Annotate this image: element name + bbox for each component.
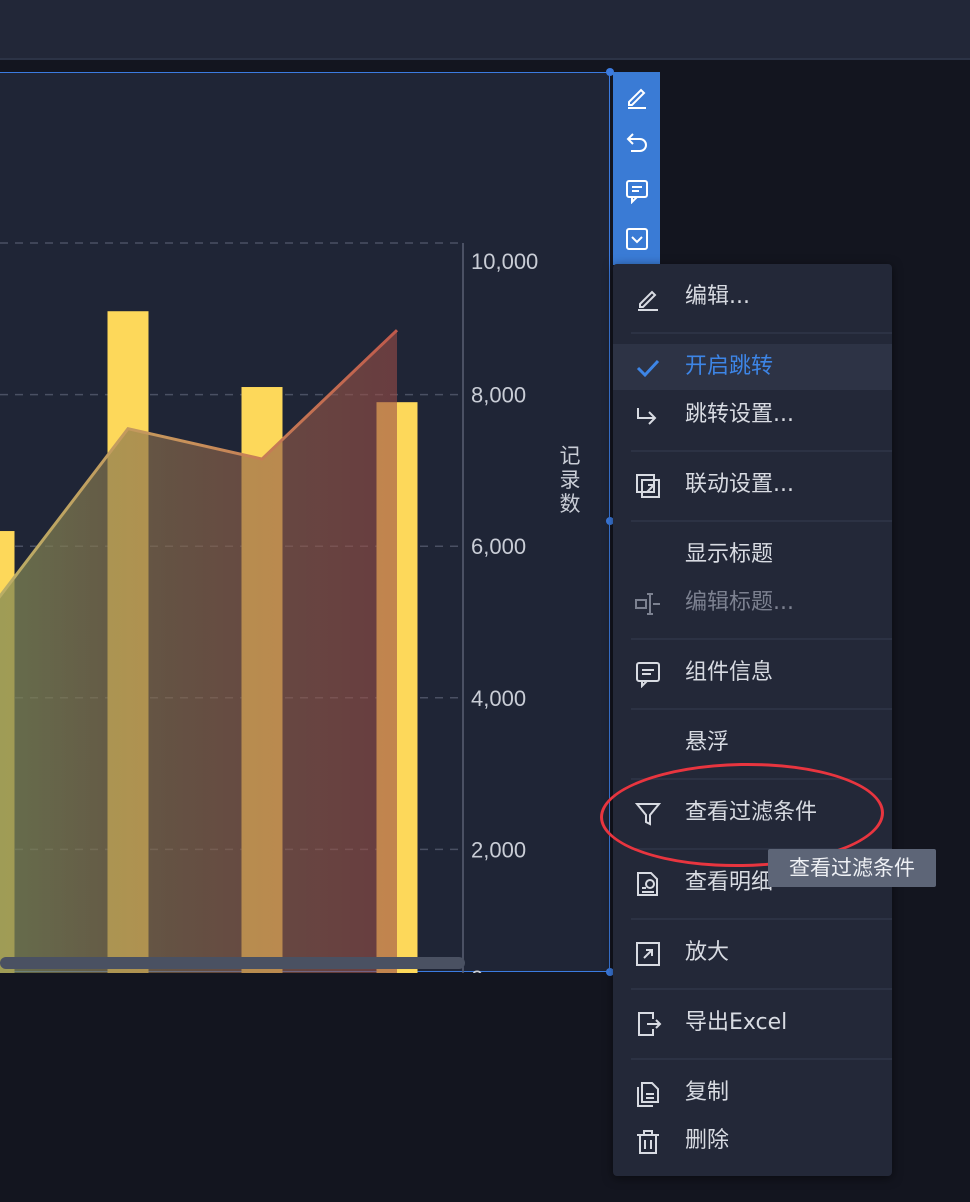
- menu-item-enable-jump[interactable]: 开启跳转: [613, 344, 892, 390]
- detail-icon: [633, 869, 663, 899]
- check-icon: [633, 353, 663, 383]
- menu-divider: [631, 450, 892, 452]
- chevron-down-icon[interactable]: [621, 223, 653, 255]
- menu-item-label: 开启跳转: [685, 354, 774, 379]
- top-bar: [0, 0, 970, 60]
- jump-arrow-icon: [633, 401, 663, 431]
- export-icon: [633, 1009, 663, 1039]
- menu-divider: [631, 708, 892, 710]
- linkage-icon: [633, 471, 663, 501]
- menu-item-label: 复制: [685, 1080, 730, 1105]
- menu-item-export-excel[interactable]: 导出Excel: [613, 1000, 892, 1046]
- menu-item-label: 跳转设置...: [685, 402, 794, 427]
- menu-item-linkage-settings[interactable]: 联动设置...: [613, 462, 892, 508]
- menu-item-label: 组件信息: [685, 660, 774, 685]
- pencil-icon[interactable]: [621, 80, 653, 112]
- comment-icon[interactable]: [621, 175, 653, 207]
- menu-item-edit[interactable]: 编辑...: [613, 274, 892, 320]
- y-axis-title: 记录数: [559, 444, 581, 516]
- menu-item-label: 悬浮: [685, 730, 730, 755]
- menu-divider: [631, 918, 892, 920]
- title-edit-icon: [633, 589, 663, 619]
- menu-item-label: 联动设置...: [685, 472, 794, 497]
- menu-divider: [631, 1058, 892, 1060]
- y-tick-label: 4,000: [471, 686, 526, 711]
- pencil-icon: [633, 283, 663, 313]
- menu-item-label: 编辑...: [685, 284, 750, 309]
- y-tick-label: 10,000: [471, 249, 538, 274]
- context-menu: 编辑... 开启跳转 跳转设置... 联动设置... 显示标题 编辑标题... …: [613, 264, 892, 1176]
- menu-item-label: 删除: [685, 1128, 730, 1153]
- area-fill: [0, 330, 397, 973]
- menu-item-hover[interactable]: 悬浮: [613, 720, 892, 766]
- chart-panel[interactable]: 10,0008,0006,0004,0002,00000920102011201…: [0, 72, 610, 973]
- y-tick-label: 0: [471, 966, 483, 973]
- tooltip: 查看过滤条件: [768, 849, 936, 887]
- copy-icon: [633, 1079, 663, 1109]
- menu-divider: [631, 332, 892, 334]
- y-tick-label: 2,000: [471, 837, 526, 862]
- menu-item-label: 显示标题: [685, 542, 774, 567]
- menu-item-component-info[interactable]: 组件信息: [613, 650, 892, 696]
- menu-item-label: 导出Excel: [685, 1010, 788, 1035]
- menu-item-copy[interactable]: 复制: [613, 1070, 892, 1116]
- info-icon: [633, 659, 663, 689]
- menu-divider: [631, 638, 892, 640]
- menu-item-delete[interactable]: 删除: [613, 1118, 892, 1164]
- undo-icon[interactable]: [621, 127, 653, 159]
- menu-item-zoom[interactable]: 放大: [613, 930, 892, 976]
- menu-item-label: 编辑标题...: [685, 590, 794, 615]
- menu-divider: [631, 520, 892, 522]
- component-toolbar: [613, 72, 660, 265]
- menu-item-show-title[interactable]: 显示标题: [613, 532, 892, 578]
- menu-item-label: 放大: [685, 940, 730, 965]
- menu-item-edit-title[interactable]: 编辑标题...: [613, 580, 892, 626]
- menu-divider: [631, 988, 892, 990]
- menu-item-jump-settings[interactable]: 跳转设置...: [613, 392, 892, 438]
- trash-icon: [633, 1127, 663, 1157]
- expand-icon: [633, 939, 663, 969]
- y-tick-label: 6,000: [471, 534, 526, 559]
- y-tick-label: 8,000: [471, 383, 526, 408]
- horizontal-scrollbar[interactable]: [0, 957, 465, 969]
- chart: 10,0008,0006,0004,0002,00000920102011201…: [0, 242, 538, 973]
